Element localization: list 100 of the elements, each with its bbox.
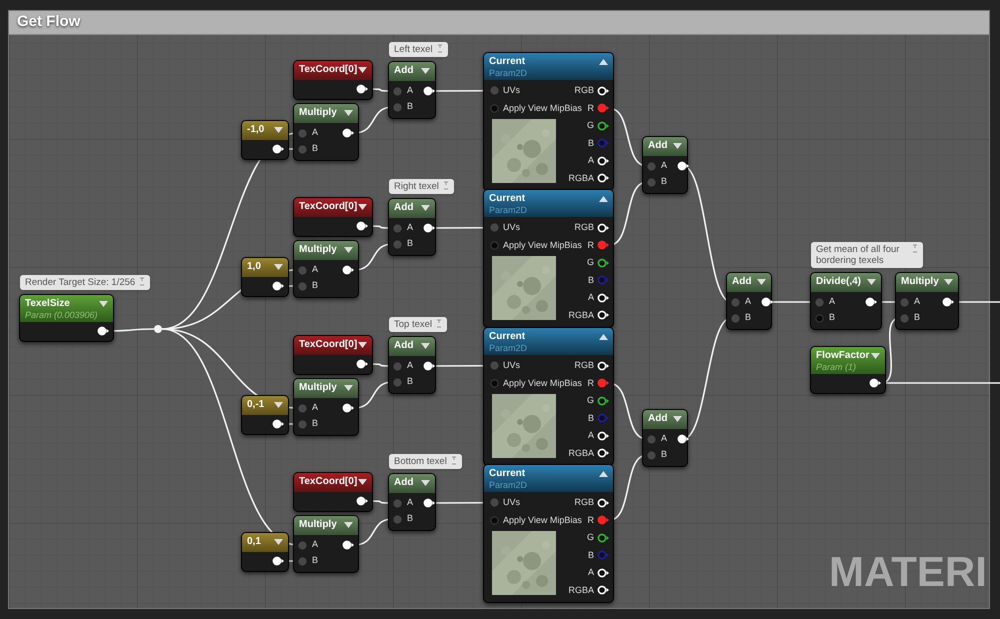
graph-node[interactable]: Multiply A B: [293, 515, 359, 573]
caret-icon[interactable]: [421, 342, 430, 350]
output-pin[interactable]: [865, 297, 877, 307]
caret-icon[interactable]: [421, 204, 430, 212]
input-pin[interactable]: [298, 420, 307, 428]
graph-node[interactable]: Add A B: [726, 272, 772, 330]
caret-icon[interactable]: [344, 384, 353, 392]
input-pin[interactable]: [490, 378, 499, 388]
caret-icon[interactable]: [358, 203, 367, 211]
graph-node[interactable]: -1,0: [241, 120, 289, 160]
node-header[interactable]: Add: [389, 62, 435, 81]
input-pin[interactable]: [298, 556, 307, 566]
output-pin[interactable]: [97, 326, 109, 336]
node-header[interactable]: 0,1: [242, 533, 288, 552]
node-header[interactable]: TexCoord[0]: [294, 473, 372, 492]
input-pin[interactable]: [490, 516, 499, 525]
node-header[interactable]: Current Param2D: [484, 328, 613, 355]
graph-node[interactable]: FlowFactor Param (1): [810, 346, 886, 394]
input-pin[interactable]: [490, 223, 499, 232]
output-pin[interactable]: [597, 430, 609, 441]
output-pin[interactable]: [597, 532, 609, 543]
graph-node[interactable]: TexCoord[0]: [293, 472, 373, 512]
input-pin[interactable]: [393, 240, 402, 248]
input-pin[interactable]: [731, 298, 740, 306]
node-header[interactable]: TexCoord[0]: [294, 336, 372, 355]
caret-icon[interactable]: [599, 470, 608, 478]
input-pin[interactable]: [298, 540, 307, 550]
output-pin[interactable]: [342, 128, 354, 138]
graph-node[interactable]: Current Param2D UVs RGB Apply View MipBias R G B A RGBA: [483, 464, 614, 603]
output-pin[interactable]: [597, 86, 609, 96]
input-pin[interactable]: [393, 498, 402, 508]
caret-icon[interactable]: [599, 333, 608, 341]
output-pin[interactable]: [597, 585, 609, 596]
node-header[interactable]: Multiply: [294, 241, 358, 260]
input-pin[interactable]: [393, 378, 402, 386]
caret-icon[interactable]: [673, 142, 682, 150]
comment-bubble[interactable]: Get mean of all four bordering texels: [811, 242, 923, 268]
graph-node[interactable]: Current Param2D UVs RGB Apply View MipBias R G B A RGBA: [483, 52, 614, 191]
output-pin[interactable]: [597, 448, 609, 458]
output-pin[interactable]: [423, 498, 436, 508]
node-header[interactable]: Divide(,4): [811, 273, 881, 292]
caret-icon[interactable]: [944, 278, 953, 286]
input-pin[interactable]: [393, 224, 402, 232]
caret-icon[interactable]: [599, 195, 608, 203]
caret-icon[interactable]: [421, 479, 430, 487]
graph-node[interactable]: Add A B: [642, 136, 688, 194]
input-pin[interactable]: [490, 361, 499, 370]
output-pin[interactable]: [356, 496, 368, 506]
input-pin[interactable]: [815, 298, 824, 306]
graph-node[interactable]: Multiply A B: [293, 103, 359, 161]
comment-bubble[interactable]: Render Target Size: 1/256: [20, 275, 150, 290]
input-pin[interactable]: [393, 514, 402, 524]
caret-icon[interactable]: [673, 415, 682, 423]
graph-node[interactable]: TexCoord[0]: [293, 60, 373, 100]
input-pin[interactable]: [731, 314, 740, 322]
node-header[interactable]: Current Param2D: [484, 53, 613, 80]
caret-icon[interactable]: [344, 246, 353, 254]
graph-node[interactable]: Current Param2D UVs RGB Apply View MipBias R G B A RGBA: [483, 327, 614, 466]
output-pin[interactable]: [677, 161, 690, 171]
output-pin[interactable]: [356, 84, 368, 94]
node-header[interactable]: Current Param2D: [484, 465, 613, 492]
node-header[interactable]: Current Param2D: [484, 190, 613, 217]
output-pin[interactable]: [942, 297, 954, 307]
input-pin[interactable]: [900, 314, 909, 322]
caret-icon[interactable]: [867, 278, 876, 286]
output-pin[interactable]: [677, 434, 690, 444]
output-pin[interactable]: [356, 221, 368, 231]
output-pin[interactable]: [597, 310, 609, 320]
output-pin[interactable]: [597, 396, 609, 406]
output-pin[interactable]: [272, 556, 284, 566]
node-header[interactable]: Add: [389, 474, 435, 493]
input-pin[interactable]: [298, 144, 307, 154]
node-header[interactable]: Add: [643, 137, 687, 156]
output-pin[interactable]: [342, 265, 354, 275]
output-pin[interactable]: [423, 86, 436, 96]
output-pin[interactable]: [597, 120, 609, 131]
caret-icon[interactable]: [344, 521, 353, 529]
caret-icon[interactable]: [274, 401, 283, 409]
graph-node[interactable]: Multiply A B: [293, 240, 359, 298]
node-header[interactable]: Add: [727, 273, 771, 292]
node-header[interactable]: 0,-1: [242, 396, 288, 415]
comment-bubble[interactable]: Top texel: [389, 317, 448, 332]
output-pin[interactable]: [342, 403, 354, 413]
caret-icon[interactable]: [274, 538, 283, 546]
output-pin[interactable]: [597, 258, 609, 268]
caret-icon[interactable]: [344, 109, 353, 117]
input-pin[interactable]: [490, 498, 499, 508]
comment-bubble[interactable]: Left texel: [389, 42, 448, 57]
graph-node[interactable]: TexCoord[0]: [293, 197, 373, 237]
input-pin[interactable]: [490, 104, 499, 113]
input-pin[interactable]: [298, 404, 307, 412]
input-pin[interactable]: [647, 450, 656, 460]
graph-node[interactable]: 0,1: [241, 532, 289, 572]
input-pin[interactable]: [815, 314, 824, 322]
node-header[interactable]: 1,0: [242, 258, 288, 277]
input-pin[interactable]: [298, 128, 307, 138]
comment-bubble[interactable]: Right texel: [389, 179, 454, 194]
node-header[interactable]: Multiply: [896, 273, 958, 292]
graph-node[interactable]: Add A B: [642, 409, 688, 467]
node-header[interactable]: FlowFactor Param (1): [811, 347, 885, 374]
